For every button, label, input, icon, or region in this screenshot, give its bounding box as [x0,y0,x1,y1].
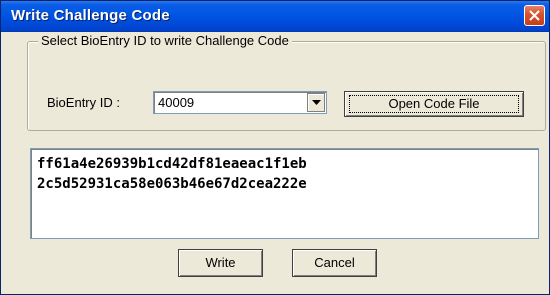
window-title: Write Challenge Code [11,7,170,24]
bioentry-id-select[interactable]: 40009 [153,91,327,114]
title-bar[interactable]: Write Challenge Code [1,1,549,32]
bioentry-id-label: BioEntry ID : [47,95,120,110]
open-code-file-button[interactable]: Open Code File [344,91,524,117]
groupbox-legend: Select BioEntry ID to write Challenge Co… [38,33,292,48]
write-button[interactable]: Write [178,249,263,277]
bioentry-groupbox: Select BioEntry ID to write Challenge Co… [27,33,546,131]
code-line: ff61a4e26939b1cd42df81eaeac1f1eb [37,156,307,172]
open-code-file-label: Open Code File [388,96,480,111]
code-line: 2c5d52931ca58e063b46e67d2cea222e [37,176,307,192]
challenge-code-textarea[interactable]: ff61a4e26939b1cd42df81eaeac1f1eb 2c5d529… [30,148,539,239]
close-button[interactable] [524,5,545,26]
chevron-down-icon [312,100,321,105]
close-icon [529,10,540,21]
cancel-button[interactable]: Cancel [292,249,377,277]
dropdown-arrow-button[interactable] [307,93,325,112]
write-challenge-code-dialog: Write Challenge Code Select BioEntry ID … [0,0,550,295]
bioentry-id-value: 40009 [158,95,195,110]
